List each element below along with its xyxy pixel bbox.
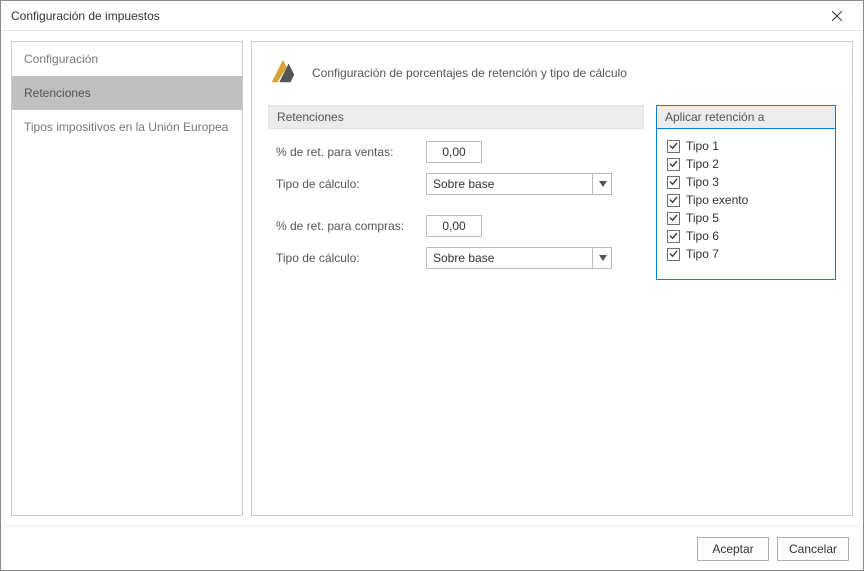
dropdown-arrow xyxy=(592,173,612,195)
label-tipo-calc-compras: Tipo de cálculo: xyxy=(276,251,426,265)
group-header-aplicar: Aplicar retención a xyxy=(656,105,836,128)
checkbox-tipo-2[interactable]: Tipo 2 xyxy=(667,157,825,171)
agency-icon xyxy=(268,56,298,89)
checkbox-tipo-7[interactable]: Tipo 7 xyxy=(667,247,825,261)
checkbox-label: Tipo 2 xyxy=(686,157,719,171)
panel-subtitle: Configuración de porcentajes de retenció… xyxy=(312,66,627,80)
row-tipo-calc-ventas: Tipo de cálculo: Sobre base xyxy=(276,173,636,195)
sidebar-item-tipos-ue[interactable]: Tipos impositivos en la Unión Europea xyxy=(12,110,242,144)
form-area: % de ret. para ventas: Tipo de cálculo: … xyxy=(268,129,644,269)
row-tipo-calc-compras: Tipo de cálculo: Sobre base xyxy=(276,247,636,269)
content-columns: Retenciones % de ret. para ventas: Tipo … xyxy=(268,105,836,280)
check-icon xyxy=(669,232,678,240)
checkbox-label: Tipo 1 xyxy=(686,139,719,153)
checkbox-label: Tipo exento xyxy=(686,193,748,207)
checkbox-box xyxy=(667,158,680,171)
label-ret-ventas: % de ret. para ventas: xyxy=(276,145,426,159)
checkbox-box xyxy=(667,194,680,207)
check-icon xyxy=(669,178,678,186)
group-header-retenciones: Retenciones xyxy=(268,105,644,129)
dialog-window: Configuración de impuestos Configuración… xyxy=(0,0,864,571)
checkbox-label: Tipo 5 xyxy=(686,211,719,225)
checkbox-tipo-5[interactable]: Tipo 5 xyxy=(667,211,825,225)
checkbox-tipo-exento[interactable]: Tipo exento xyxy=(667,193,825,207)
checkbox-box xyxy=(667,140,680,153)
check-icon xyxy=(669,160,678,168)
select-value-tipo-calc-compras: Sobre base xyxy=(433,251,494,265)
label-tipo-calc-ventas: Tipo de cálculo: xyxy=(276,177,426,191)
row-ret-ventas: % de ret. para ventas: xyxy=(276,141,636,163)
check-icon xyxy=(669,214,678,222)
retenciones-column: Retenciones % de ret. para ventas: Tipo … xyxy=(268,105,644,279)
check-icon xyxy=(669,250,678,258)
checkbox-box xyxy=(667,248,680,261)
checkbox-box xyxy=(667,212,680,225)
cancel-button[interactable]: Cancelar xyxy=(777,537,849,561)
check-icon xyxy=(669,196,678,204)
input-ret-ventas[interactable] xyxy=(426,141,482,163)
main-panel: Configuración de porcentajes de retenció… xyxy=(251,41,853,516)
sidebar-item-configuracion[interactable]: Configuración xyxy=(12,42,242,76)
ok-button[interactable]: Aceptar xyxy=(697,537,769,561)
chevron-down-icon xyxy=(599,255,607,261)
aplicar-column: Aplicar retención a Tipo 1 Tipo 2 Tip xyxy=(656,105,836,280)
checkbox-tipo-3[interactable]: Tipo 3 xyxy=(667,175,825,189)
checkbox-label: Tipo 6 xyxy=(686,229,719,243)
sidebar: Configuración Retenciones Tipos impositi… xyxy=(11,41,243,516)
checkbox-label: Tipo 7 xyxy=(686,247,719,261)
window-title: Configuración de impuestos xyxy=(11,9,819,23)
check-icon xyxy=(669,142,678,150)
select-tipo-calc-ventas[interactable]: Sobre base xyxy=(426,173,612,195)
input-ret-compras[interactable] xyxy=(426,215,482,237)
label-ret-compras: % de ret. para compras: xyxy=(276,219,426,233)
titlebar: Configuración de impuestos xyxy=(1,1,863,31)
checkbox-box xyxy=(667,230,680,243)
checkbox-tipo-1[interactable]: Tipo 1 xyxy=(667,139,825,153)
checkbox-tipo-6[interactable]: Tipo 6 xyxy=(667,229,825,243)
dialog-footer: Aceptar Cancelar xyxy=(1,526,863,570)
dropdown-arrow xyxy=(592,247,612,269)
checkbox-label: Tipo 3 xyxy=(686,175,719,189)
checkbox-box xyxy=(667,176,680,189)
close-icon xyxy=(832,11,842,21)
dialog-body: Configuración Retenciones Tipos impositi… xyxy=(1,31,863,526)
checkbox-list: Tipo 1 Tipo 2 Tipo 3 Tipo exento xyxy=(656,128,836,280)
sidebar-item-retenciones[interactable]: Retenciones xyxy=(12,76,242,110)
chevron-down-icon xyxy=(599,181,607,187)
select-value-tipo-calc-ventas: Sobre base xyxy=(433,177,494,191)
row-ret-compras: % de ret. para compras: xyxy=(276,215,636,237)
select-tipo-calc-compras[interactable]: Sobre base xyxy=(426,247,612,269)
close-button[interactable] xyxy=(819,2,855,30)
panel-header: Configuración de porcentajes de retenció… xyxy=(268,56,836,89)
